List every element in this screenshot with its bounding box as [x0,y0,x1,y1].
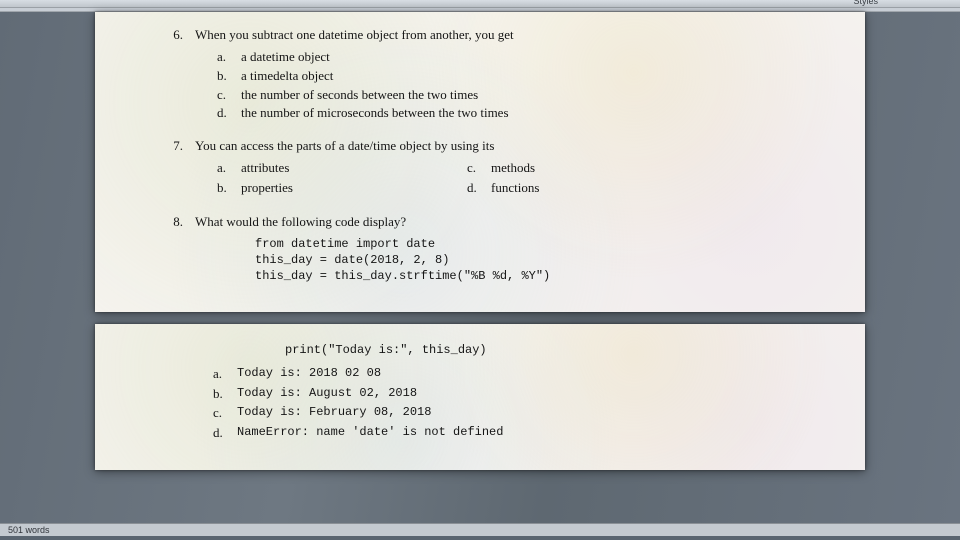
question-8-options: a.Today is: 2018 02 08 b.Today is: Augus… [195,364,795,442]
question-6: 6.When you subtract one datetime object … [195,26,795,123]
option-letter: a. [217,48,241,67]
question-6-options: a.a datetime object b.a timedelta object… [195,48,795,123]
option-letter: b. [217,179,241,198]
option-text: attributes [241,159,289,178]
option-letter: a. [217,159,241,178]
option-text: the number of seconds between the two ti… [241,86,478,105]
ribbon-styles-label: Styles [853,0,878,6]
option-text: Today is: 2018 02 08 [237,364,381,384]
option-d: d.functions [467,179,717,198]
question-number: 8. [169,213,195,232]
question-7-options: a.attributes c.methods b.properties d.fu… [195,159,795,199]
question-text: What would the following code display? [195,214,406,229]
option-letter: b. [217,67,241,86]
option-letter: a. [213,364,237,384]
question-8-stem: 8.What would the following code display? [195,213,795,232]
option-b: b.properties [217,179,467,198]
ribbon-fragment: Styles [0,0,960,8]
option-text: properties [241,179,293,198]
option-d: d.NameError: name 'date' is not defined [213,423,795,443]
option-a: a.attributes [217,159,467,178]
option-text: a datetime object [241,48,330,67]
word-count: 501 words [8,525,50,535]
option-b: b.Today is: August 02, 2018 [213,384,795,404]
option-d: d.the number of microseconds between the… [217,104,795,123]
question-8: 8.What would the following code display?… [195,213,795,284]
option-text: Today is: August 02, 2018 [237,384,417,404]
option-letter: c. [213,403,237,423]
code-block-2: print("Today is:", this_day) [195,342,795,358]
option-letter: c. [217,86,241,105]
option-b: b.a timedelta object [217,67,795,86]
document-page-1: 6.When you subtract one datetime object … [95,12,865,312]
question-text: When you subtract one datetime object fr… [195,27,514,42]
question-7: 7.You can access the parts of a date/tim… [195,137,795,199]
code-block-1: from datetime import date this_day = dat… [195,236,795,285]
option-c: c.Today is: February 08, 2018 [213,403,795,423]
document-page-2: print("Today is:", this_day) a.Today is:… [95,324,865,470]
option-c: c.methods [467,159,717,178]
option-letter: b. [213,384,237,404]
question-number: 6. [169,26,195,45]
option-text: a timedelta object [241,67,333,86]
option-text: NameError: name 'date' is not defined [237,423,503,443]
question-6-stem: 6.When you subtract one datetime object … [195,26,795,45]
option-letter: d. [467,179,491,198]
option-text: methods [491,159,535,178]
question-text: You can access the parts of a date/time … [195,138,494,153]
option-letter: d. [217,104,241,123]
option-text: Today is: February 08, 2018 [237,403,431,423]
document-workspace: 6.When you subtract one datetime object … [0,12,960,536]
question-number: 7. [169,137,195,156]
option-c: c.the number of seconds between the two … [217,86,795,105]
option-letter: d. [213,423,237,443]
option-text: functions [491,179,539,198]
question-7-stem: 7.You can access the parts of a date/tim… [195,137,795,156]
option-text: the number of microseconds between the t… [241,104,509,123]
option-a: a.a datetime object [217,48,795,67]
option-letter: c. [467,159,491,178]
status-bar: 501 words [0,523,960,536]
option-a: a.Today is: 2018 02 08 [213,364,795,384]
